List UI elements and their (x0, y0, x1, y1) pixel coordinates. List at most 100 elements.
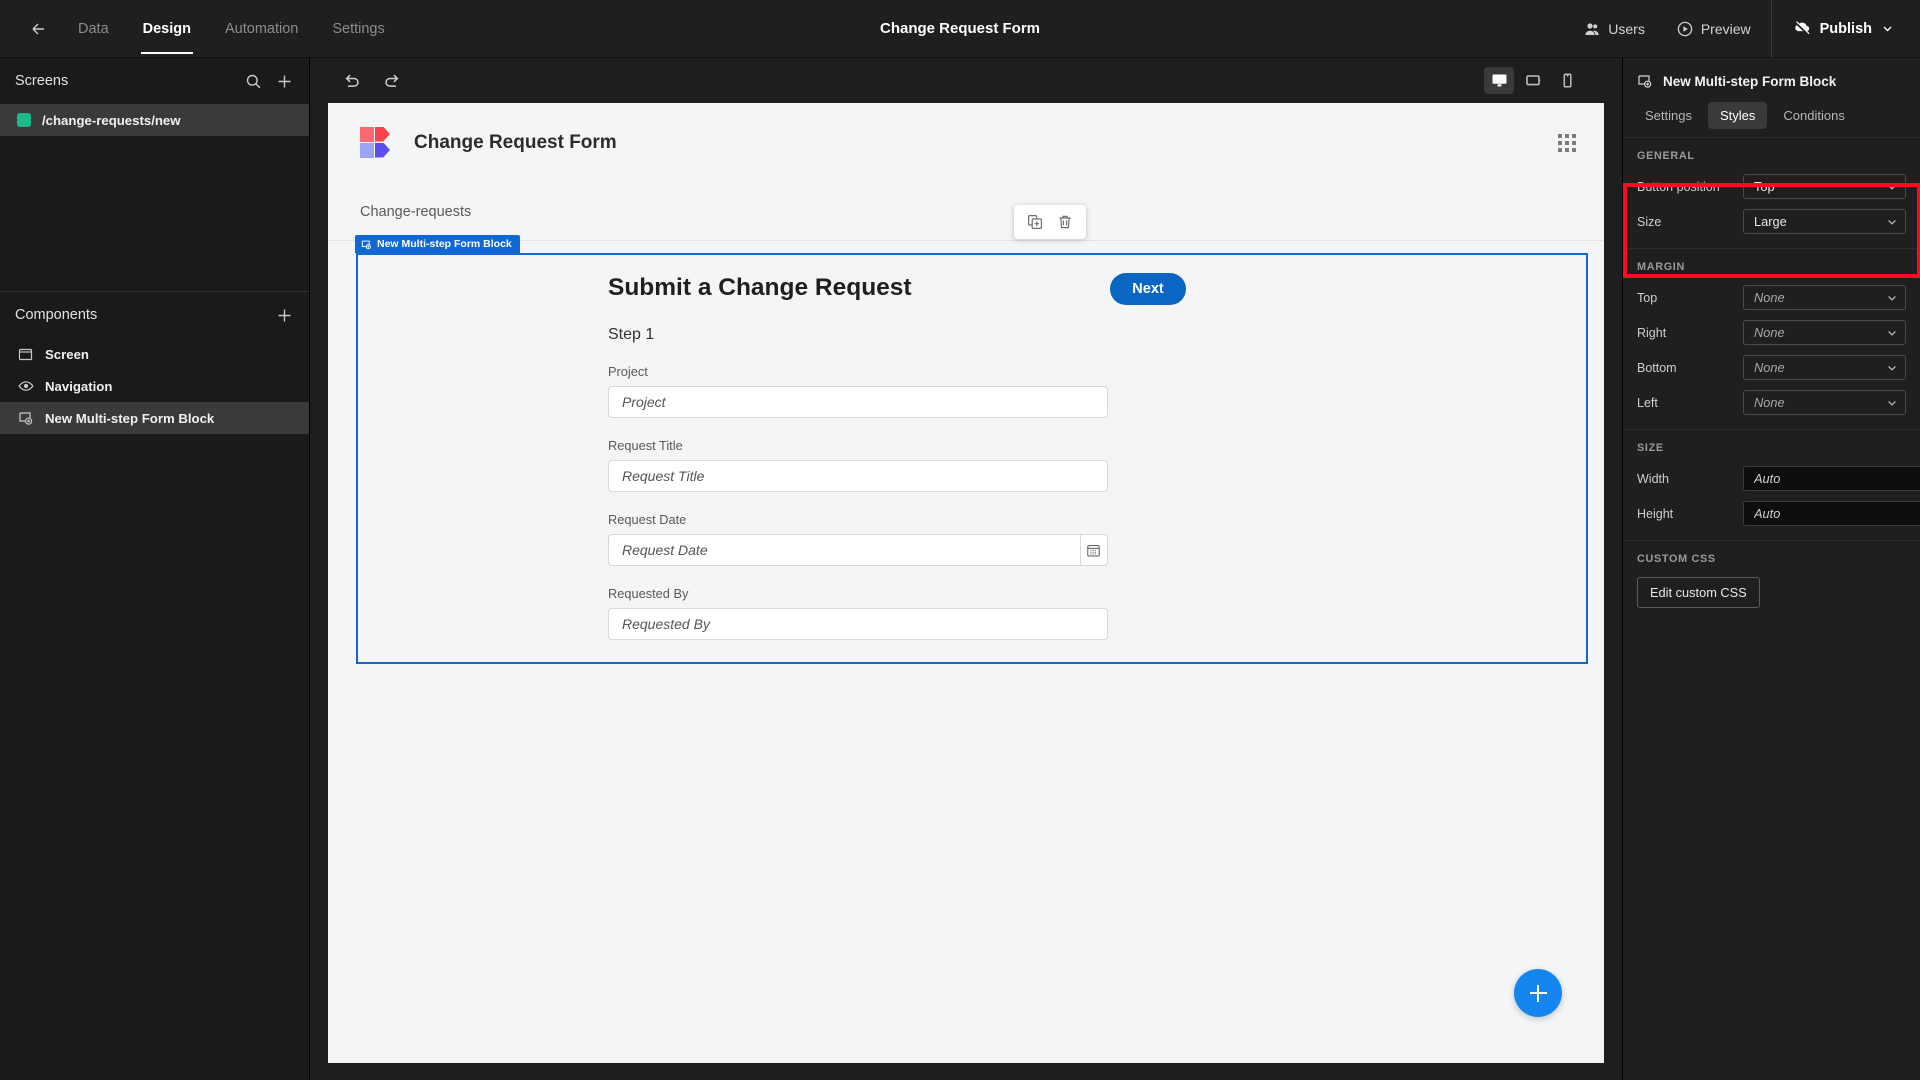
sidebar-item-screen-change-requests-new[interactable]: /change-requests/new (0, 104, 309, 136)
publish-label: Publish (1819, 20, 1872, 37)
properties-header: New Multi-step Form Block (1623, 62, 1920, 100)
calendar-icon[interactable] (1079, 534, 1108, 566)
date-field-group (608, 534, 1108, 566)
margin-right-select[interactable]: None (1743, 320, 1906, 345)
width-input[interactable] (1743, 466, 1920, 491)
form-column: Submit a Change Request Next Step 1 Proj… (608, 273, 1186, 640)
form-app-header: Change Request Form (328, 103, 1604, 183)
tab-conditions[interactable]: Conditions (1771, 102, 1856, 129)
screen-path-label: /change-requests/new (42, 112, 181, 128)
right-properties-panel: New Multi-step Form Block Settings Style… (1622, 58, 1920, 1080)
grid-dots-icon[interactable] (1558, 134, 1576, 152)
properties-title: New Multi-step Form Block (1663, 73, 1837, 89)
design-canvas[interactable]: Change Request Form Change-requests New … (328, 103, 1604, 1063)
row-margin-right: Right None (1637, 320, 1906, 345)
users-icon (1585, 22, 1599, 35)
preview-button[interactable]: Preview (1661, 0, 1767, 57)
form-block-icon (17, 410, 34, 427)
field-requested-by: Requested By (608, 586, 1108, 640)
chevron-down-icon (1886, 397, 1898, 409)
row-height: Height (1637, 501, 1920, 526)
arrow-left-icon (32, 23, 44, 34)
sidebar-item-new-multi-step-form-block[interactable]: New Multi-step Form Block (0, 402, 309, 434)
add-component-fab[interactable] (1514, 969, 1562, 1017)
brand-logo-icon (360, 126, 393, 160)
toolbar-divider (1770, 0, 1772, 58)
row-label: Right (1637, 325, 1667, 340)
tab-styles[interactable]: Styles (1707, 102, 1768, 129)
request-title-input[interactable] (608, 460, 1108, 492)
publish-button[interactable]: Publish (1776, 0, 1920, 57)
next-button[interactable]: Next (1110, 273, 1186, 305)
device-switcher (1484, 67, 1582, 94)
margin-top-select[interactable]: None (1743, 285, 1906, 310)
screens-title: Screens (15, 73, 69, 89)
duplicate-icon[interactable] (1023, 210, 1047, 234)
tab-data[interactable]: Data (76, 3, 111, 54)
block-tag-label: New Multi-step Form Block (377, 238, 512, 250)
canvas-toolbar (310, 58, 1622, 103)
chevron-down-icon (1886, 181, 1898, 193)
project-input[interactable] (608, 386, 1108, 418)
field-request-title: Request Title (608, 438, 1108, 492)
general-section-title: GENERAL (1637, 150, 1695, 162)
margin-section-title: MARGIN (1637, 261, 1685, 273)
edit-custom-css-button[interactable]: Edit custom CSS (1637, 577, 1760, 608)
select-value: None (1754, 290, 1785, 305)
field-project: Project (608, 364, 1108, 418)
block-selection-tag: New Multi-step Form Block (355, 235, 520, 253)
chevron-down-icon (1886, 327, 1898, 339)
sidebar-item-navigation[interactable]: Navigation (0, 370, 309, 402)
publish-off-icon (1794, 21, 1810, 36)
screen-status-dot (17, 113, 31, 127)
margin-left-select[interactable]: None (1743, 390, 1906, 415)
form-block-icon (361, 240, 371, 249)
multi-step-form-block[interactable]: Submit a Change Request Next Step 1 Proj… (356, 253, 1588, 664)
row-margin-bottom: Bottom None (1637, 355, 1906, 380)
play-circle-icon (1677, 21, 1693, 36)
components-header: Components (0, 292, 309, 338)
general-section: GENERAL Button position Top Size Large (1623, 137, 1920, 248)
add-screen-icon[interactable] (276, 73, 293, 90)
mobile-icon[interactable] (1552, 67, 1582, 94)
height-input[interactable] (1743, 501, 1920, 526)
tab-design[interactable]: Design (140, 3, 194, 54)
field-label: Requested By (608, 586, 689, 601)
margin-bottom-select[interactable]: None (1743, 355, 1906, 380)
component-label: Screen (45, 346, 89, 362)
select-value: None (1754, 360, 1785, 375)
select-value: Large (1754, 214, 1787, 229)
top-bar: Data Design Automation Settings Change R… (0, 0, 1920, 58)
request-date-input[interactable] (608, 534, 1080, 566)
redo-icon[interactable] (383, 71, 402, 90)
left-sidebar: Screens /change-requests/new Components (0, 58, 310, 1080)
search-icon[interactable] (245, 73, 262, 90)
row-label: Bottom (1637, 360, 1677, 375)
sidebar-item-screen[interactable]: Screen (0, 338, 309, 370)
size-select[interactable]: Large (1743, 209, 1906, 234)
row-size: Size Large (1637, 209, 1906, 234)
select-value: Top (1754, 179, 1775, 194)
row-label: Button position (1637, 179, 1720, 194)
row-button-position: Button position Top (1637, 174, 1906, 199)
properties-tabs: Settings Styles Conditions (1623, 100, 1920, 129)
tablet-icon[interactable] (1518, 67, 1548, 94)
select-value: None (1754, 395, 1785, 410)
chevron-down-icon (1886, 216, 1898, 228)
row-label: Width (1637, 471, 1669, 486)
add-component-icon[interactable] (276, 307, 293, 324)
tab-settings[interactable]: Settings (1633, 102, 1704, 129)
desktop-icon[interactable] (1484, 67, 1514, 94)
tab-settings[interactable]: Settings (330, 3, 386, 54)
undo-icon[interactable] (342, 71, 361, 90)
row-label: Top (1637, 290, 1658, 305)
tab-automation[interactable]: Automation (223, 3, 300, 54)
button-position-select[interactable]: Top (1743, 174, 1906, 199)
back-button[interactable] (22, 12, 56, 46)
chevron-down-icon (1886, 292, 1898, 304)
requested-by-input[interactable] (608, 608, 1108, 640)
top-bar-actions: Users Preview Publish (1568, 0, 1920, 58)
delete-icon[interactable] (1053, 210, 1077, 234)
breadcrumb-bar: Change-requests (328, 183, 1604, 241)
users-button[interactable]: Users (1568, 0, 1661, 57)
